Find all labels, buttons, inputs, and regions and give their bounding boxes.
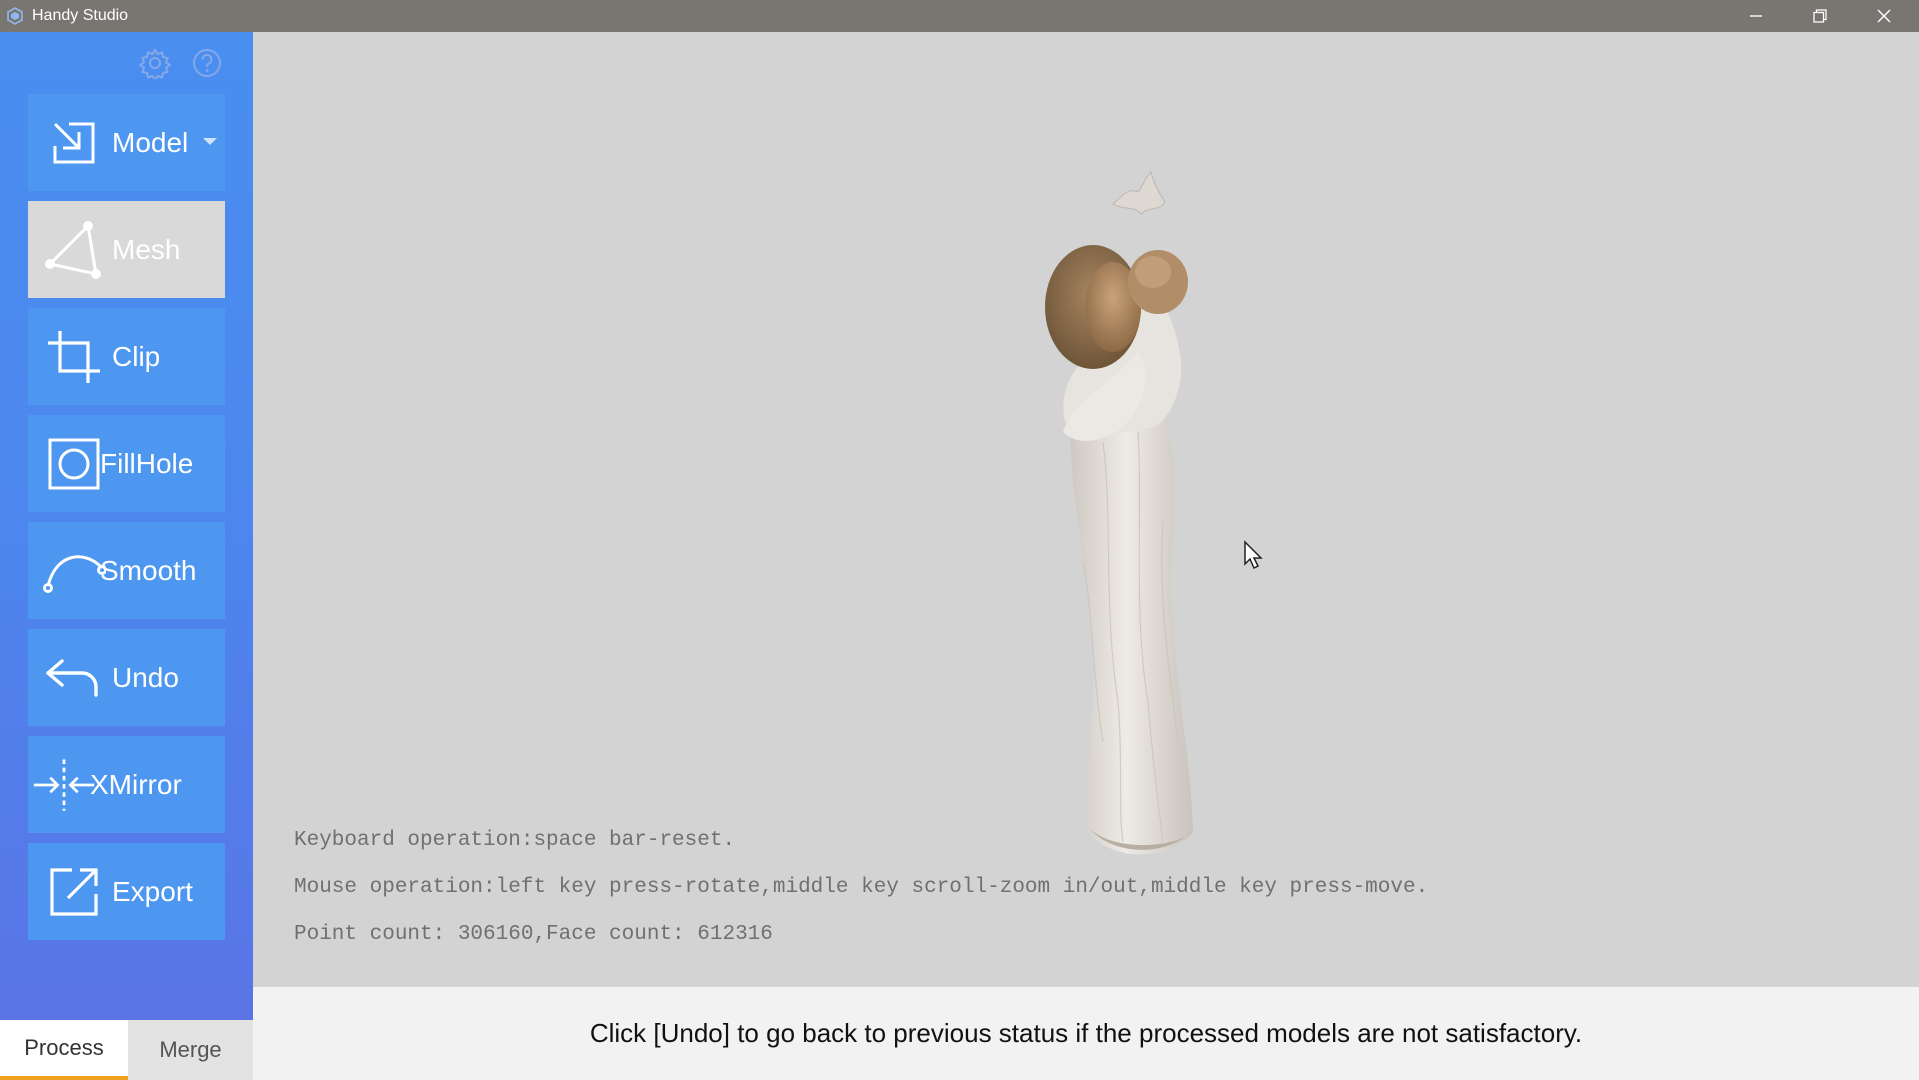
xmirror-button[interactable]: XMirror xyxy=(28,736,225,833)
sidebar-top-icons xyxy=(138,46,224,80)
mesh-button[interactable]: Mesh xyxy=(28,201,225,298)
3d-viewport[interactable]: Keyboard operation:space bar-reset. Mous… xyxy=(253,32,1919,987)
chevron-down-icon[interactable] xyxy=(203,138,217,145)
triangle-mesh-icon xyxy=(42,218,106,282)
model-label: Model xyxy=(112,126,189,158)
figurine-model[interactable] xyxy=(953,142,1253,882)
export-label: Export xyxy=(112,875,193,907)
curve-icon xyxy=(42,539,106,603)
status-message: Click [Undo] to go back to previous stat… xyxy=(589,1018,1583,1048)
help-icon xyxy=(193,49,221,77)
clip-label: Clip xyxy=(112,340,161,372)
restore-icon xyxy=(1813,9,1827,23)
import-icon xyxy=(42,111,106,175)
tool-sidebar: Model Mesh Clip FillHole Smooth Undo XMi… xyxy=(0,32,253,1020)
export-button[interactable]: Export xyxy=(28,843,225,940)
minimize-icon xyxy=(1750,15,1762,17)
gear-icon xyxy=(139,48,171,79)
smooth-button[interactable]: Smooth xyxy=(28,522,225,619)
keyboard-hint: Keyboard operation:space bar-reset. xyxy=(294,829,736,852)
minimize-button[interactable] xyxy=(1725,0,1787,32)
status-bar: Click [Undo] to go back to previous stat… xyxy=(253,987,1919,1080)
close-button[interactable] xyxy=(1853,0,1915,32)
settings-button[interactable] xyxy=(138,46,172,80)
crop-icon xyxy=(42,325,106,389)
fillhole-label: FillHole xyxy=(100,447,194,479)
xmirror-label: XMirror xyxy=(90,768,182,800)
tab-merge[interactable]: Merge xyxy=(128,1020,253,1080)
tab-process[interactable]: Process xyxy=(0,1020,128,1080)
mode-tabs: Process Merge xyxy=(0,1020,253,1080)
mirror-icon xyxy=(32,753,96,817)
fill-hole-icon xyxy=(42,432,106,496)
undo-arrow-icon xyxy=(42,646,106,710)
export-icon xyxy=(42,860,106,924)
mouse-pointer-icon xyxy=(1244,540,1263,570)
title-bar: Handy Studio xyxy=(0,0,1919,32)
undo-button[interactable]: Undo xyxy=(28,629,225,726)
model-button[interactable]: Model xyxy=(28,94,225,191)
point-face-count: Point count: 306160,Face count: 612316 xyxy=(294,923,773,946)
close-icon xyxy=(1877,9,1891,23)
app-logo-icon xyxy=(7,7,23,25)
undo-label: Undo xyxy=(112,661,179,693)
clip-button[interactable]: Clip xyxy=(28,308,225,405)
mesh-label: Mesh xyxy=(112,233,181,265)
window-title: Handy Studio xyxy=(32,7,129,24)
mouse-hint: Mouse operation:left key press-rotate,mi… xyxy=(294,876,1429,899)
restore-button[interactable] xyxy=(1789,0,1851,32)
help-button[interactable] xyxy=(190,46,224,80)
fillhole-button[interactable]: FillHole xyxy=(28,415,225,512)
smooth-label: Smooth xyxy=(100,554,197,586)
